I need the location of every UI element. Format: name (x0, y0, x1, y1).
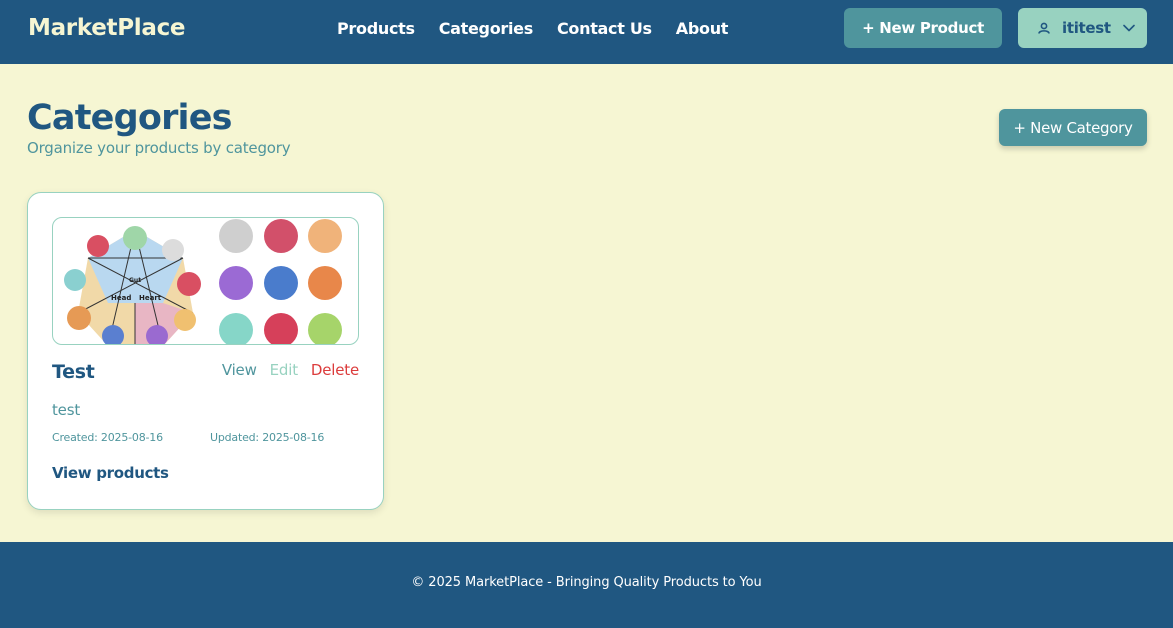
chevron-down-icon (1122, 24, 1135, 32)
delete-category-link[interactable]: Delete (311, 361, 359, 379)
edit-category-link[interactable]: Edit (270, 361, 298, 379)
page-title: Categories (27, 98, 233, 138)
category-actions: View Edit Delete (222, 361, 359, 379)
brand-logo[interactable]: MarketPlace (28, 15, 186, 41)
nav-products[interactable]: Products (337, 19, 415, 38)
nav-categories[interactable]: Categories (439, 19, 534, 38)
top-navbar: MarketPlace Products Categories Contact … (0, 0, 1173, 64)
category-image: Gut Head Heart (52, 217, 359, 345)
nav-contact-us[interactable]: Contact Us (557, 19, 652, 38)
user-icon (1038, 22, 1050, 34)
created-date: Created: 2025-08-16 (52, 431, 163, 444)
main-nav: Products Categories Contact Us About (337, 19, 728, 38)
diagram-label-head: Head (111, 294, 131, 302)
footer-copyright: © 2025 MarketPlace - Bringing Quality Pr… (411, 575, 762, 590)
category-name: Test (52, 361, 95, 383)
username-label: ititest (1062, 19, 1111, 37)
view-products-link[interactable]: View products (52, 464, 169, 482)
page-subtitle: Organize your products by category (27, 139, 291, 157)
updated-date: Updated: 2025-08-16 (210, 431, 325, 444)
nav-about[interactable]: About (676, 19, 729, 38)
new-category-button[interactable]: + New Category (999, 109, 1147, 146)
diagram-label-gut: Gut (129, 277, 141, 284)
category-card: Gut Head Heart Test View Edit Delete tes… (27, 192, 384, 510)
category-description: test (52, 401, 81, 419)
view-category-link[interactable]: View (222, 361, 257, 379)
page-footer: © 2025 MarketPlace - Bringing Quality Pr… (0, 542, 1173, 628)
new-product-button[interactable]: + New Product (844, 8, 1002, 48)
diagram-label-heart: Heart (139, 294, 162, 302)
user-menu-button[interactable]: ititest (1018, 8, 1147, 48)
